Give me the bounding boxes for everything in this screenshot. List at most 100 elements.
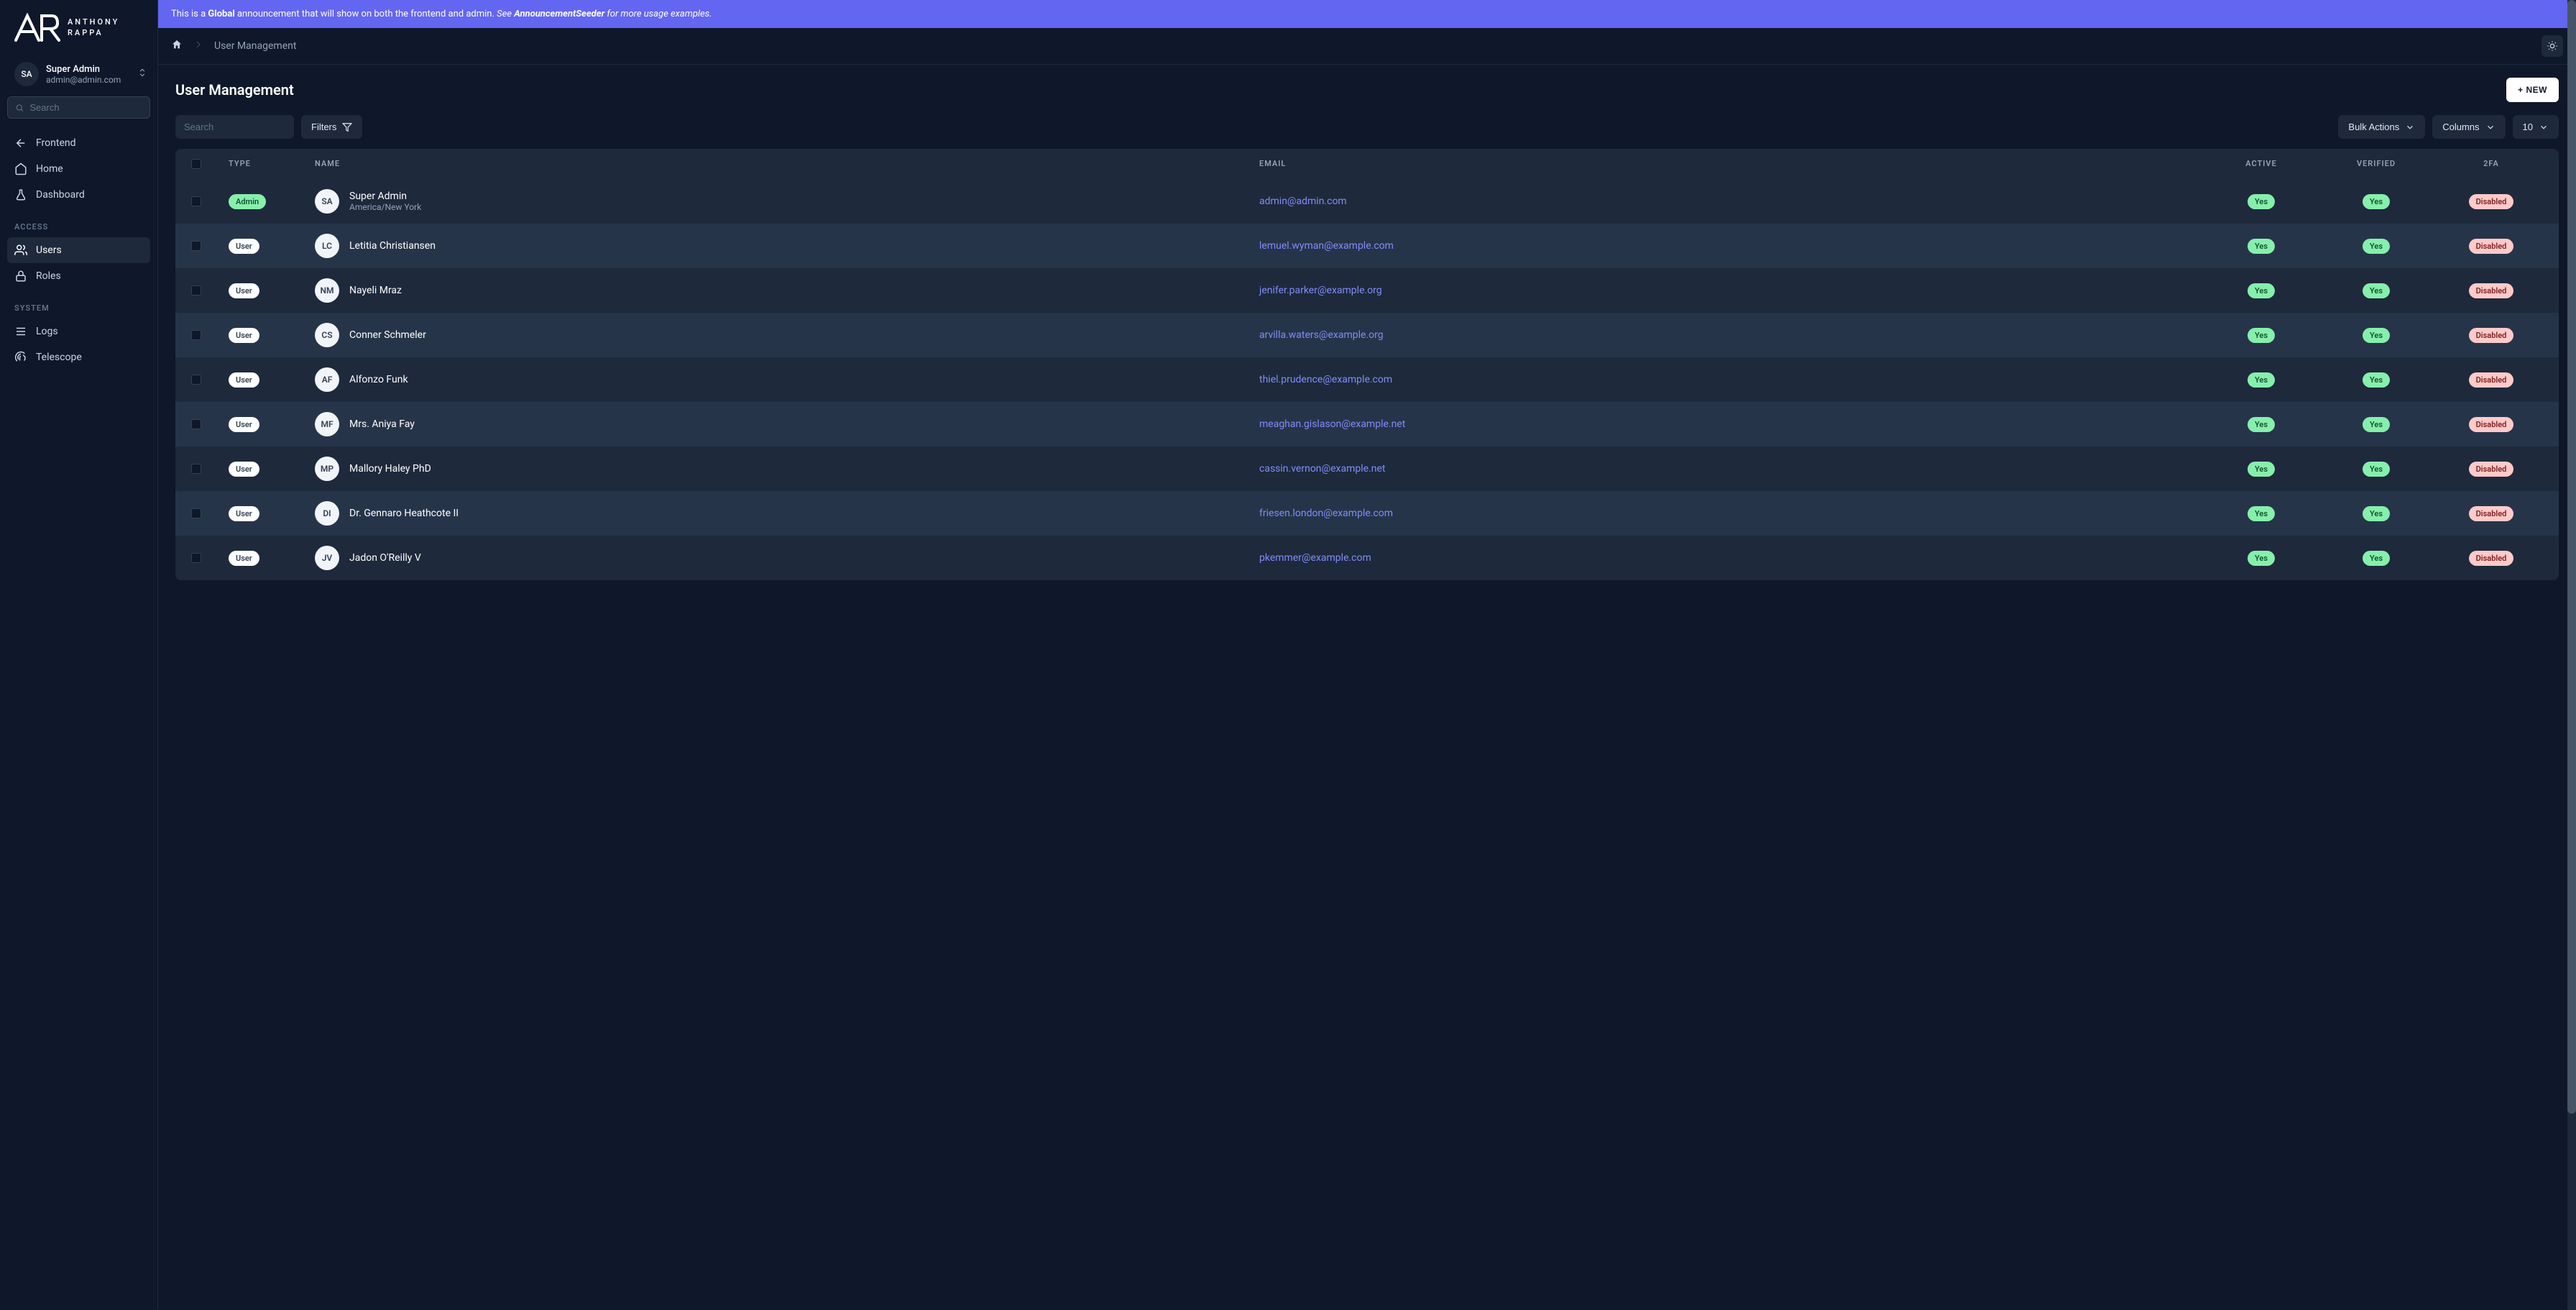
table-search-input[interactable]	[175, 115, 294, 139]
2fa-badge: Disabled	[2469, 239, 2514, 254]
type-badge: User	[229, 551, 259, 566]
row-email[interactable]: friesen.london@example.com	[1259, 508, 1393, 519]
type-badge: User	[229, 283, 259, 298]
col-verified[interactable]: VERIFIED	[2319, 159, 2434, 169]
breadcrumb: User Management	[171, 39, 296, 53]
active-badge: Yes	[2248, 462, 2275, 477]
avatar: SA	[315, 189, 339, 214]
sidebar-item-label: Roles	[36, 270, 61, 282]
col-email[interactable]: EMAIL	[1259, 159, 2204, 169]
row-checkbox[interactable]	[191, 419, 201, 429]
row-email[interactable]: arvilla.waters@example.org	[1259, 329, 1384, 341]
row-checkbox[interactable]	[191, 285, 201, 296]
row-email[interactable]: pkemmer@example.com	[1259, 552, 1371, 564]
sidebar-search[interactable]	[7, 96, 150, 119]
type-badge: User	[229, 239, 259, 254]
col-2fa[interactable]: 2FA	[2434, 159, 2549, 169]
table-row[interactable]: Admin SA Super Admin America/New York ad…	[175, 179, 2559, 224]
row-name: Conner Schmeler	[349, 329, 426, 341]
current-user-card[interactable]: SA Super Admin admin@admin.com	[0, 56, 157, 96]
row-checkbox[interactable]	[191, 375, 201, 385]
sidebar-item-label: Logs	[36, 326, 58, 337]
avatar: LC	[315, 234, 339, 258]
row-name: Alfonzo Funk	[349, 374, 408, 385]
2fa-badge: Disabled	[2469, 194, 2514, 209]
brand-line1: ANTHONY	[68, 17, 119, 27]
avatar: SA	[14, 62, 39, 86]
scrollbar[interactable]	[2567, 0, 2576, 1310]
theme-toggle-button[interactable]	[2542, 35, 2563, 57]
avatar: AF	[315, 367, 339, 392]
active-badge: Yes	[2248, 194, 2275, 209]
row-email[interactable]: admin@admin.com	[1259, 196, 1347, 207]
row-email[interactable]: lemuel.wyman@example.com	[1259, 240, 1394, 252]
nav-heading-system: SYSTEM	[7, 289, 150, 319]
row-checkbox[interactable]	[191, 508, 201, 518]
row-name: Letitia Christiansen	[349, 240, 436, 252]
active-badge: Yes	[2248, 551, 2275, 566]
sidebar-item-home[interactable]: Home	[7, 156, 150, 182]
sidebar-item-dashboard[interactable]: Dashboard	[7, 182, 150, 208]
filters-button[interactable]: Filters	[301, 115, 362, 139]
sidebar-search-input[interactable]	[29, 102, 142, 113]
announcement-banner: This is a Global announcement that will …	[158, 0, 2576, 28]
bulk-actions-button[interactable]: Bulk Actions	[2338, 115, 2425, 139]
table-row[interactable]: User LC Letitia Christiansen lemuel.wyma…	[175, 224, 2559, 268]
table-header: TYPE NAME EMAIL ACTIVE VERIFIED 2FA	[175, 149, 2559, 179]
page-size-button[interactable]: 10	[2513, 115, 2559, 139]
row-email[interactable]: thiel.prudence@example.com	[1259, 374, 1392, 385]
search-icon	[15, 103, 24, 113]
verified-badge: Yes	[2363, 462, 2390, 477]
table-row[interactable]: User CS Conner Schmeler arvilla.waters@e…	[175, 313, 2559, 357]
type-badge: User	[229, 372, 259, 388]
2fa-badge: Disabled	[2469, 506, 2514, 521]
sidebar-item-users[interactable]: Users	[7, 237, 150, 263]
columns-button[interactable]: Columns	[2432, 115, 2505, 139]
table-row[interactable]: User AF Alfonzo Funk thiel.prudence@exam…	[175, 357, 2559, 402]
sidebar-item-logs[interactable]: Logs	[7, 319, 150, 344]
sidebar-item-frontend[interactable]: Frontend	[7, 130, 150, 156]
table-row[interactable]: User MF Mrs. Aniya Fay meaghan.gislason@…	[175, 402, 2559, 446]
type-badge: User	[229, 328, 259, 343]
users-icon	[14, 244, 27, 257]
select-all-checkbox[interactable]	[191, 159, 201, 169]
2fa-badge: Disabled	[2469, 372, 2514, 388]
table-row[interactable]: User DI Dr. Gennaro Heathcote II friesen…	[175, 491, 2559, 536]
sidebar-item-telescope[interactable]: Telescope	[7, 344, 150, 370]
row-checkbox[interactable]	[191, 553, 201, 563]
row-email[interactable]: meaghan.gislason@example.net	[1259, 418, 1405, 430]
sidebar-item-label: Dashboard	[36, 189, 85, 201]
table-row[interactable]: User NM Nayeli Mraz jenifer.parker@examp…	[175, 268, 2559, 313]
brand-logo[interactable]: ANTHONY RAPPA	[0, 0, 157, 56]
sidebar-item-roles[interactable]: Roles	[7, 263, 150, 289]
table-row[interactable]: User JV Jadon O'Reilly V pkemmer@example…	[175, 536, 2559, 580]
type-badge: User	[229, 417, 259, 432]
row-email[interactable]: cassin.vernon@example.net	[1259, 463, 1385, 475]
scrollbar-thumb[interactable]	[2567, 0, 2576, 1114]
new-button[interactable]: + NEW	[2506, 78, 2559, 102]
avatar: MP	[315, 457, 339, 481]
table-toolbar: Filters Bulk Actions Columns 10	[175, 115, 2559, 139]
col-active[interactable]: ACTIVE	[2204, 159, 2319, 169]
table-row[interactable]: User MP Mallory Haley PhD cassin.vernon@…	[175, 446, 2559, 491]
row-checkbox[interactable]	[191, 241, 201, 251]
avatar: JV	[315, 546, 339, 570]
topbar: User Management	[158, 28, 2576, 65]
sidebar-item-label: Users	[36, 244, 62, 256]
row-checkbox[interactable]	[191, 464, 201, 474]
brand-line2: RAPPA	[68, 27, 119, 38]
type-badge: User	[229, 462, 259, 477]
row-name: Mallory Haley PhD	[349, 463, 431, 475]
breadcrumb-home[interactable]	[171, 39, 183, 53]
page-title: User Management	[175, 81, 294, 99]
row-email[interactable]: jenifer.parker@example.org	[1259, 285, 1382, 296]
row-checkbox[interactable]	[191, 196, 201, 206]
verified-badge: Yes	[2363, 417, 2390, 432]
row-checkbox[interactable]	[191, 330, 201, 340]
verified-badge: Yes	[2363, 506, 2390, 521]
col-type[interactable]: TYPE	[229, 159, 315, 169]
current-user-name: Super Admin	[46, 64, 121, 75]
2fa-badge: Disabled	[2469, 551, 2514, 566]
sidebar-item-label: Home	[36, 163, 63, 175]
col-name[interactable]: NAME	[315, 159, 1259, 169]
